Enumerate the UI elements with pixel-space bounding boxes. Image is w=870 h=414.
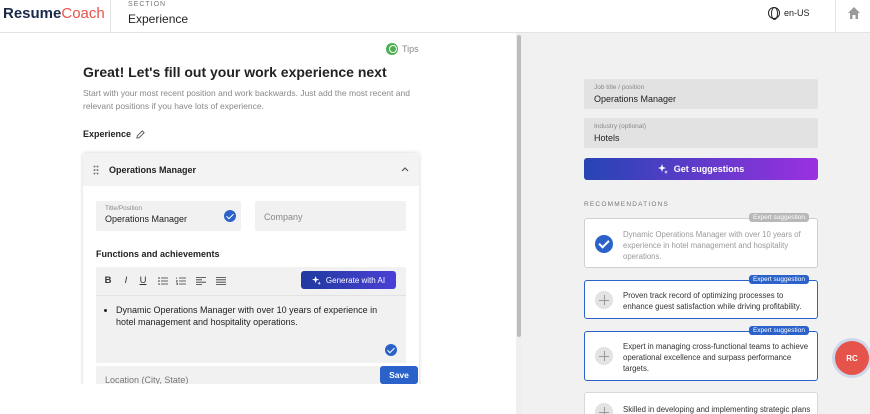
underline-button[interactable]: U	[137, 275, 149, 286]
check-icon	[224, 210, 236, 222]
recommendations-heading: RECOMMENDATIONS	[584, 201, 670, 208]
logo-resume: Resume	[3, 5, 62, 22]
industry-label: Industry (optional)	[594, 123, 647, 130]
suggestions-panel: Job title / position Operations Manager …	[522, 33, 870, 414]
location-field[interactable]: Location (City, State)	[96, 366, 406, 386]
chevron-up-icon[interactable]	[401, 166, 409, 172]
recommendation-item[interactable]: Expert suggestion Dynamic Operations Man…	[584, 213, 818, 268]
title-position-value: Operations Manager	[105, 214, 188, 224]
job-title-label: Job title / position	[594, 84, 645, 91]
save-button[interactable]: Save	[380, 366, 418, 384]
recommendation-text: Expert in managing cross-functional team…	[623, 342, 809, 373]
section-value: Experience	[128, 12, 189, 26]
title-position-label: Title/Position	[105, 205, 142, 212]
plus-icon[interactable]	[595, 403, 613, 414]
editor-toolbar: B I U Generate with AI	[96, 267, 406, 295]
logo[interactable]: ResumeCoach	[3, 5, 105, 22]
italic-button[interactable]: I	[120, 275, 132, 286]
check-icon	[385, 344, 397, 356]
expert-suggestion-badge: Expert suggestion	[748, 213, 809, 222]
pencil-icon[interactable]	[136, 129, 145, 139]
home-icon[interactable]	[847, 6, 861, 20]
title-position-field[interactable]: Title/Position Operations Manager	[96, 201, 241, 231]
job-title-value: Operations Manager	[594, 94, 677, 104]
recommendation-text: Skilled in developing and implementing s…	[623, 405, 811, 414]
sparkle-icon	[657, 164, 668, 174]
get-suggestions-label: Get suggestions	[673, 164, 745, 174]
bullet-list-icon[interactable]	[158, 277, 168, 285]
experience-label: Experience	[83, 129, 132, 139]
card-title: Operations Manager	[109, 165, 197, 175]
plus-icon[interactable]	[595, 347, 613, 365]
numbered-list-icon[interactable]	[176, 277, 186, 285]
editor-bullet-item: Dynamic Operations Manager with over 10 …	[116, 304, 391, 328]
avatar[interactable]: RC	[835, 341, 869, 375]
experience-heading: Experience	[83, 129, 145, 139]
achievements-editor[interactable]: Dynamic Operations Manager with over 10 …	[96, 295, 406, 363]
generate-label: Generate with AI	[325, 275, 386, 285]
section-label: SECTION	[128, 1, 167, 8]
expert-suggestion-badge: Expert suggestion	[748, 326, 809, 335]
lightbulb-icon	[386, 43, 398, 55]
check-icon[interactable]	[595, 235, 613, 253]
tips-link[interactable]: Tips	[386, 43, 419, 55]
company-placeholder: Company	[264, 212, 303, 222]
align-left-icon[interactable]	[196, 277, 206, 285]
top-header: ResumeCoach SECTION Experience en-US	[0, 0, 870, 33]
get-suggestions-button[interactable]: Get suggestions	[584, 158, 818, 180]
recommendation-item[interactable]: Expert suggestion Expert in managing cro…	[584, 326, 818, 381]
bottom-action-bar	[78, 384, 428, 414]
scrollbar-thumb[interactable]	[517, 35, 521, 337]
expert-suggestion-badge: Expert suggestion	[748, 275, 809, 284]
plus-icon[interactable]	[595, 291, 613, 309]
sparkle-icon	[311, 275, 321, 285]
editor-panel: Tips Great! Let's fill out your work exp…	[0, 33, 516, 414]
header-divider	[835, 0, 836, 33]
job-title-field[interactable]: Job title / position Operations Manager	[584, 79, 818, 109]
company-field[interactable]: Company	[255, 201, 406, 231]
experience-card: Operations Manager Title/Position Operat…	[83, 153, 419, 414]
functions-heading: Functions and achievements	[96, 249, 220, 259]
card-header[interactable]: Operations Manager	[83, 153, 419, 186]
industry-field[interactable]: Industry (optional) Hotels	[584, 118, 818, 148]
logo-coach: Coach	[61, 5, 105, 22]
page-subtitle: Start with your most recent position and…	[83, 88, 410, 111]
language-label: en-US	[784, 8, 810, 18]
align-justify-icon[interactable]	[216, 277, 226, 285]
generate-with-ai-button[interactable]: Generate with AI	[301, 271, 396, 289]
globe-icon	[768, 7, 780, 20]
recommendation-text: Proven track record of optimizing proces…	[623, 291, 802, 311]
recommendation-item[interactable]: Skilled in developing and implementing s…	[584, 392, 818, 414]
language-selector[interactable]: en-US	[768, 7, 810, 20]
recommendation-text: Dynamic Operations Manager with over 10 …	[623, 230, 801, 261]
page-title: Great! Let's fill out your work experien…	[83, 64, 387, 80]
tips-label: Tips	[402, 44, 419, 54]
header-divider	[110, 0, 111, 33]
bold-button[interactable]: B	[102, 275, 114, 286]
recommendation-item[interactable]: Expert suggestion Proven track record of…	[584, 275, 818, 319]
industry-value: Hotels	[594, 133, 620, 143]
drag-handle-icon[interactable]	[93, 165, 99, 175]
